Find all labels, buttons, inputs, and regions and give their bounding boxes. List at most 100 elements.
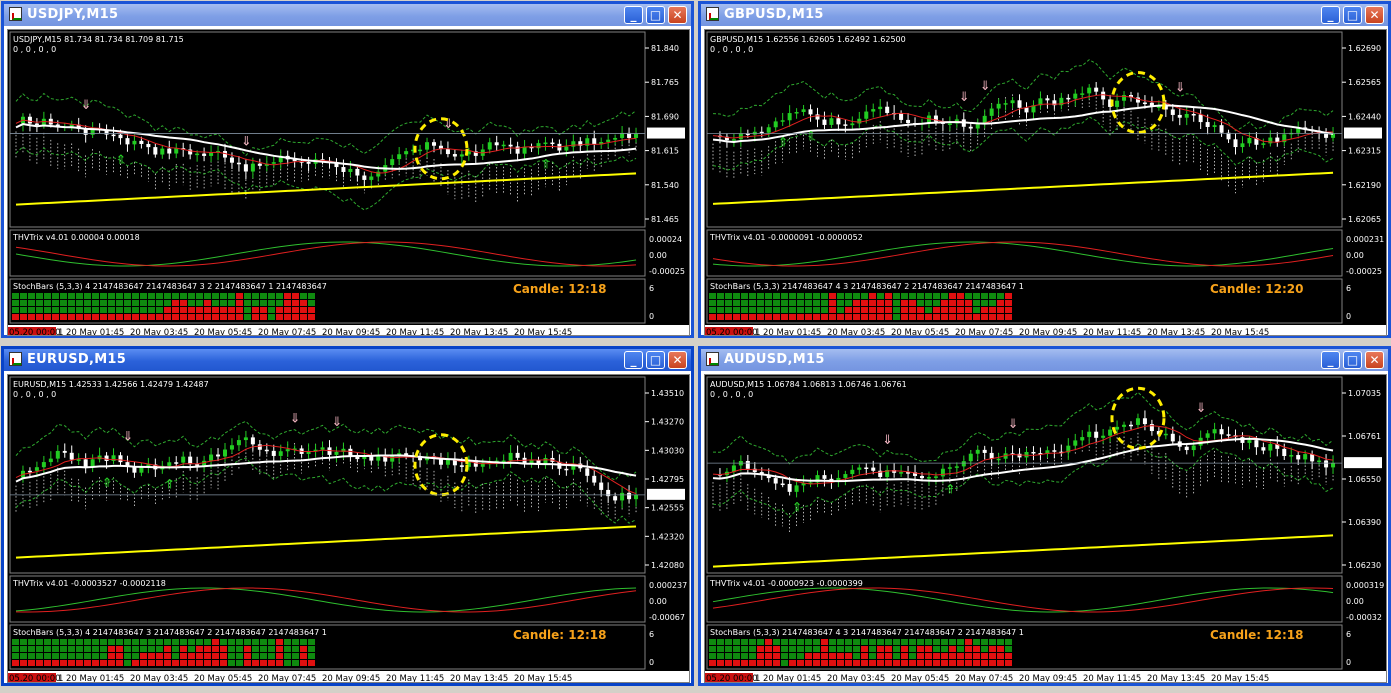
- price-label: 81.840: [651, 44, 679, 53]
- candle-body: [69, 452, 74, 460]
- chart-area[interactable]: ⇓ ⇑ ⇓ ⇑ ⇓ GBPUSD,M15 1.62556 1.62605 1.62492 …: [704, 29, 1387, 336]
- candle-body: [390, 456, 395, 462]
- candle-body: [27, 116, 32, 124]
- chart-area[interactable]: ⇓ ⇑ ⇓ ⇑ ⇓ EURUSD,M15 1.42533 1.42566 1.42479 …: [7, 374, 690, 683]
- minimize-icon[interactable]: _: [1321, 6, 1340, 24]
- stochbars-scale-label: 0: [649, 658, 654, 667]
- candle-body: [1247, 440, 1252, 443]
- time-label: 20 May 03:45: [827, 328, 885, 335]
- candle-body: [404, 151, 409, 155]
- candle-body: [90, 459, 95, 467]
- stochbar-grid: [12, 293, 315, 320]
- maximize-icon[interactable]: □: [1343, 6, 1362, 24]
- time-label: 20 May 13:45: [1147, 674, 1205, 682]
- sell-arrow-icon: ⇓: [1175, 81, 1186, 96]
- minimize-icon[interactable]: _: [624, 6, 643, 24]
- time-label-start: 05.20 00:00: [9, 328, 61, 335]
- window-titlebar[interactable]: USDJPY,M15 _ □ ✕: [4, 4, 691, 26]
- candle-body: [1191, 445, 1196, 451]
- candle-body: [174, 148, 179, 154]
- candle-body: [48, 458, 53, 463]
- candle-body: [1101, 435, 1106, 438]
- maximize-icon[interactable]: □: [646, 351, 665, 369]
- candle-body: [961, 461, 966, 467]
- candle-body: [34, 123, 39, 126]
- candle-body: [780, 483, 785, 486]
- time-label: 20 May 09:45: [322, 328, 380, 335]
- price-label: 81.615: [651, 147, 679, 156]
- stochbar-grid: [12, 639, 315, 666]
- price-label: 1.62690: [1348, 44, 1381, 53]
- close-icon[interactable]: ✕: [668, 351, 687, 369]
- candle-body: [445, 459, 450, 465]
- sell-arrow-icon: ⇓: [959, 90, 970, 105]
- close-icon[interactable]: ✕: [1365, 351, 1384, 369]
- candle-body: [794, 485, 799, 492]
- candle-body: [850, 123, 855, 126]
- time-label: 20 May 11:45: [386, 674, 444, 682]
- trix-line: [712, 587, 1334, 613]
- stochbars-scale-label: 0: [1346, 658, 1351, 667]
- chart-svg[interactable]: ⇓ ⇑ ⇓ ⇑ ⇓ EURUSD,M15 1.42533 1.42566 1.42479 …: [8, 375, 689, 682]
- candle-body: [1024, 107, 1029, 113]
- indicator-scale-label: 0.000231: [1346, 235, 1384, 244]
- window-titlebar[interactable]: GBPUSD,M15 _ □ ✕: [701, 4, 1388, 26]
- chart-area[interactable]: ⇓ ⇑ ⇓ ⇑ ⇓ USDJPY,M15 81.734 81.734 81.709 81.…: [7, 29, 690, 336]
- candle-body: [432, 142, 436, 146]
- close-icon[interactable]: ✕: [668, 6, 687, 24]
- window-titlebar[interactable]: EURUSD,M15 _ □ ✕: [4, 349, 691, 371]
- candle-body: [1212, 125, 1217, 127]
- chart-svg[interactable]: ⇓ ⇑ ⇓ ⇑ ⇓ AUDUSD,M15 1.06784 1.06813 1.06746 …: [705, 375, 1386, 682]
- candle-body: [564, 468, 569, 471]
- time-label: 20 May 15:45: [514, 328, 572, 335]
- candle-body: [348, 168, 353, 172]
- candle-body: [1115, 100, 1120, 107]
- chart-window-usdjpy[interactable]: USDJPY,M15 _ □ ✕ ⇓ ⇑ ⇓ ⇑ ⇓ USDJPY,M15 81.734 …: [1, 1, 694, 338]
- chart-subheader: 0 , 0 , 0 , 0: [710, 45, 753, 54]
- current-price-label: 81.715: [649, 130, 677, 139]
- candle-body: [487, 142, 492, 150]
- indicator-scale-label: 0.000319: [1346, 581, 1384, 590]
- minimize-icon[interactable]: _: [1321, 351, 1340, 369]
- candle-body: [195, 153, 200, 156]
- candle-body: [899, 113, 904, 120]
- price-label: 81.765: [651, 78, 679, 87]
- candle-body: [920, 475, 924, 479]
- candle-body: [285, 449, 290, 452]
- time-label-start: 05.20 00:00: [9, 674, 61, 682]
- close-icon[interactable]: ✕: [1365, 6, 1384, 24]
- chart-window-gbpusd[interactable]: GBPUSD,M15 _ □ ✕ ⇓ ⇑ ⇓ ⇑ ⇓ GBPUSD,M15 1.62556…: [698, 1, 1391, 338]
- candle-body: [543, 142, 548, 145]
- window-titlebar[interactable]: AUDUSD,M15 _ □ ✕: [701, 349, 1388, 371]
- main-price-panel: [706, 31, 1343, 228]
- sell-arrow-icon: ⇓: [1008, 417, 1019, 432]
- candle-body: [536, 143, 541, 149]
- candle-body: [899, 472, 904, 474]
- candle-body: [390, 159, 395, 166]
- candle-body: [1017, 453, 1022, 458]
- chart-window-audusd[interactable]: AUDUSD,M15 _ □ ✕ ⇓ ⇑ ⇓ ⇑ ⇓ AUDUSD,M15 1.06784…: [698, 346, 1391, 686]
- chart-window-eurusd[interactable]: EURUSD,M15 _ □ ✕ ⇓ ⇑ ⇓ ⇑ ⇓ EURUSD,M15 1.42533…: [1, 346, 694, 686]
- time-label: 20 May 07:45: [955, 328, 1013, 335]
- price-label: 1.43510: [651, 389, 684, 398]
- candle-body: [801, 109, 806, 113]
- maximize-icon[interactable]: □: [1343, 351, 1362, 369]
- main-price-panel: [706, 376, 1343, 574]
- candle-body: [773, 121, 778, 128]
- maximize-icon[interactable]: □: [646, 6, 665, 24]
- chart-area[interactable]: ⇓ ⇑ ⇓ ⇑ ⇓ AUDUSD,M15 1.06784 1.06813 1.06746 …: [704, 374, 1387, 683]
- candle-body: [843, 474, 848, 478]
- candle-timer: Candle: 12:18: [513, 282, 606, 296]
- chart-svg[interactable]: ⇓ ⇑ ⇓ ⇑ ⇓ GBPUSD,M15 1.62556 1.62605 1.62492 …: [705, 30, 1386, 335]
- candle-body: [1226, 434, 1231, 436]
- candle-body: [1080, 93, 1085, 95]
- time-label: 20 May 03:45: [827, 674, 885, 682]
- time-label: 1: [58, 674, 63, 682]
- indicator-scale-label: 0.00: [649, 251, 667, 260]
- chart-svg[interactable]: ⇓⇑⇓⇑⇓USDJPY,M15 81.734 81.734 81.709 81.…: [8, 30, 689, 335]
- candle-body: [1170, 109, 1175, 115]
- price-label: 1.62440: [1348, 112, 1381, 121]
- sell-arrow-icon: ⇓: [1196, 401, 1207, 416]
- candle-body: [1031, 451, 1036, 454]
- minimize-icon[interactable]: _: [624, 351, 643, 369]
